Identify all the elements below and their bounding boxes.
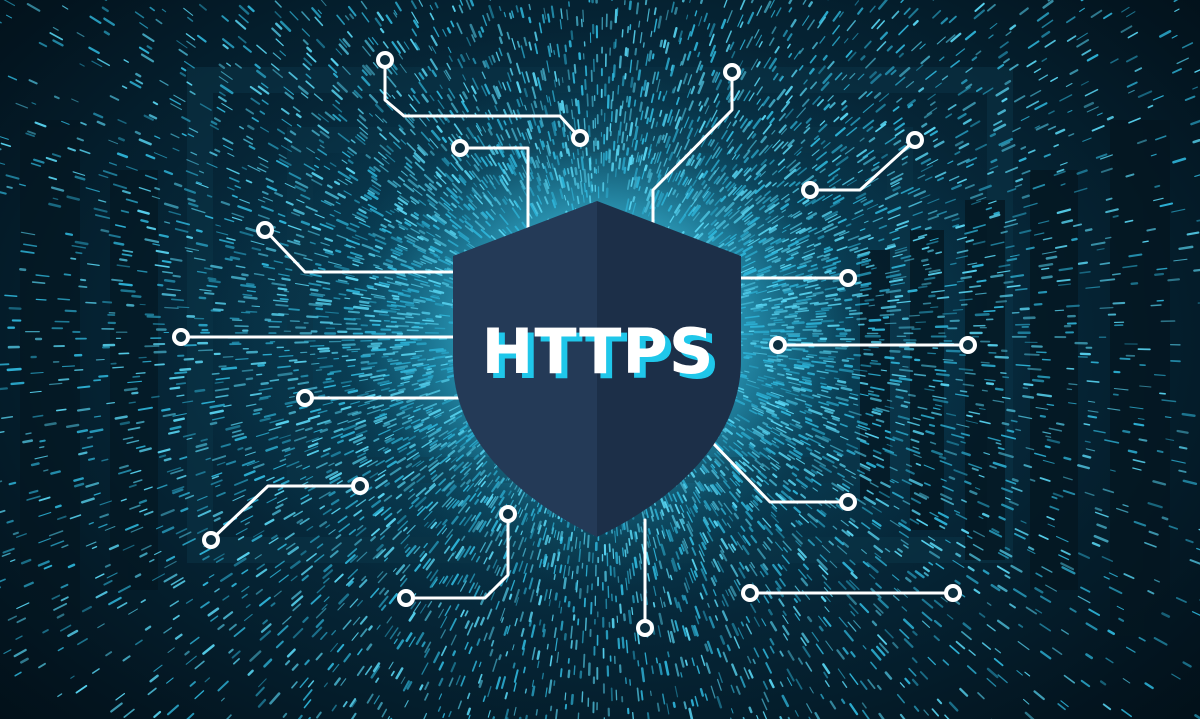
https-hero-image: HTTPS HTTPS — [0, 0, 1200, 719]
